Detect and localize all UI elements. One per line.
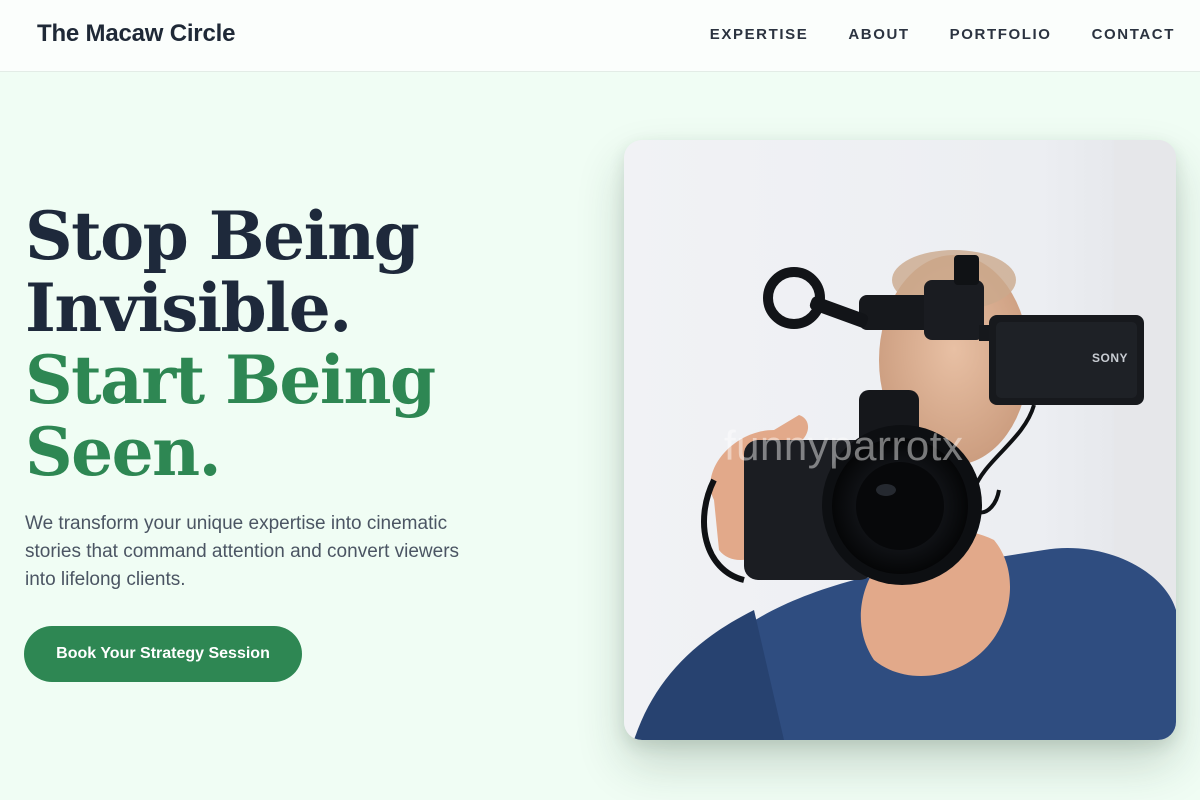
book-strategy-session-button[interactable]: Book Your Strategy Session: [24, 626, 302, 682]
nav-link-about[interactable]: ABOUT: [848, 26, 909, 43]
camera-brand-label: SONY: [1092, 351, 1128, 365]
hero-headline: Stop Being Invisible. Start Being Seen.: [25, 200, 495, 488]
headline-line-3: Start Being: [25, 341, 436, 419]
videographer-illustration: SONY: [624, 140, 1176, 740]
headline-line-2: Invisible.: [25, 269, 352, 347]
nav-link-contact[interactable]: CONTACT: [1092, 26, 1175, 43]
nav-link-portfolio[interactable]: PORTFOLIO: [950, 26, 1052, 43]
main-nav: EXPERTISE ABOUT PORTFOLIO CONTACT: [710, 26, 1175, 43]
hero-subtext: We transform your unique expertise into …: [25, 513, 460, 590]
brand-logo-text[interactable]: The Macaw Circle: [37, 20, 235, 48]
hero-photo-videographer: SONY funnyparrotx: [624, 140, 1176, 740]
headline-line-1: Stop Being: [25, 197, 420, 275]
top-navigation-bar: The Macaw Circle EXPERTISE ABOUT PORTFOL…: [0, 0, 1200, 72]
headline-line-4: Seen.: [25, 413, 222, 491]
hero-text-block: Stop Being Invisible. Start Being Seen. …: [25, 200, 495, 594]
nav-link-expertise[interactable]: EXPERTISE: [710, 26, 809, 43]
